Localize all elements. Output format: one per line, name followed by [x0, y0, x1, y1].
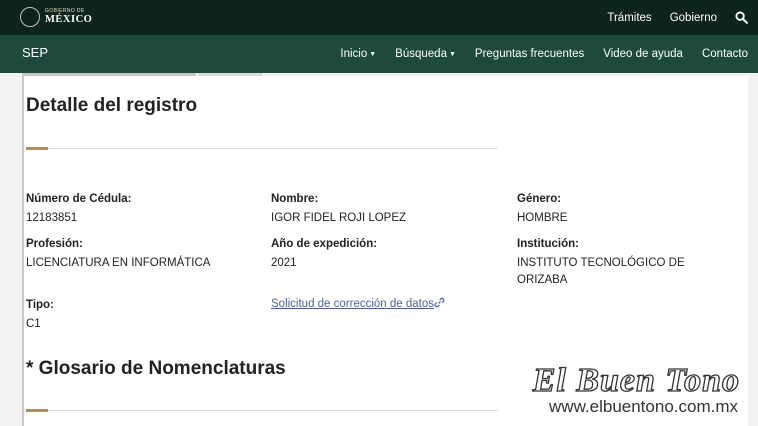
- main-navbar: SEP Inicio ▼ Búsqueda ▼ Preguntas frecuent…: [0, 35, 758, 73]
- nav-item-label: Búsqueda: [395, 48, 447, 60]
- anio-value: 2021: [271, 257, 297, 269]
- profesion-label: Profesión:: [26, 238, 83, 250]
- cedula-label: Número de Cédula:: [26, 193, 132, 205]
- glossary-divider: [48, 410, 498, 411]
- top-links: Trámites Gobierno: [589, 0, 748, 35]
- anio-label: Año de expedición:: [271, 238, 378, 250]
- nav-item-contacto[interactable]: Contacto: [702, 48, 748, 60]
- caret-down-icon: ▼: [448, 51, 456, 58]
- glossary-accent-bar: [26, 409, 48, 412]
- glossary-title: * Glosario de Nomenclaturas: [26, 358, 286, 379]
- correction-request-link[interactable]: Solicitud de corrección de datos: [271, 296, 445, 312]
- tipo-label: Tipo:: [26, 299, 54, 311]
- logo-big-text: MÉXICO: [45, 13, 93, 25]
- nav-item-video-de-ayuda[interactable]: Video de ayuda: [603, 48, 683, 60]
- gobierno-de-mexico-logo[interactable]: GOBIERNO DE MÉXICO: [20, 5, 92, 29]
- seal-icon: [20, 7, 40, 27]
- nav-item-busqueda[interactable]: Búsqueda ▼: [395, 48, 456, 60]
- tipo-value: C1: [26, 318, 41, 330]
- watermark-title: El Buen Tono: [532, 361, 740, 399]
- institucion-label: Institución:: [517, 238, 579, 250]
- genero-value: HOMBRE: [517, 212, 568, 224]
- search-icon[interactable]: [735, 11, 748, 24]
- nav-item-preguntas-frecuentes[interactable]: Preguntas frecuentes: [475, 48, 584, 60]
- profesion-value: LICENCIATURA EN INFORMÁTICA: [26, 257, 211, 269]
- nav-links: Inicio ▼ Búsqueda ▼ Preguntas frecuentes V…: [321, 35, 748, 73]
- cedula-value: 12183851: [26, 212, 78, 224]
- sep-brand-link[interactable]: SEP: [22, 35, 48, 71]
- gobierno-link[interactable]: Gobierno: [670, 12, 717, 24]
- institucion-value-line1: INSTITUTO TECNOLÓGICO DE: [517, 257, 685, 269]
- nombre-label: Nombre:: [271, 193, 319, 205]
- top-header: GOBIERNO DE MÉXICO Trámites Gobierno: [0, 0, 758, 35]
- correction-link-text[interactable]: Solicitud de corrección de datos: [271, 298, 434, 310]
- nav-item-label: Inicio: [340, 48, 368, 60]
- title-divider: [48, 148, 498, 149]
- nav-item-inicio[interactable]: Inicio ▼: [340, 48, 376, 60]
- watermark-url: www.elbuentono.com.mx: [549, 397, 738, 416]
- institucion-value-line2: ORIZABA: [517, 274, 568, 286]
- caret-down-icon: ▼: [369, 51, 377, 58]
- external-link-icon: [434, 297, 445, 308]
- logo-small-text: GOBIERNO DE: [45, 7, 85, 14]
- page-title: Detalle del registro: [26, 95, 198, 116]
- logo-text: GOBIERNO DE MÉXICO: [45, 7, 93, 26]
- title-accent-bar: [26, 147, 48, 150]
- genero-label: Género:: [517, 193, 562, 205]
- nombre-value: IGOR FIDEL ROJI LOPEZ: [271, 212, 407, 224]
- tramites-link[interactable]: Trámites: [607, 12, 651, 24]
